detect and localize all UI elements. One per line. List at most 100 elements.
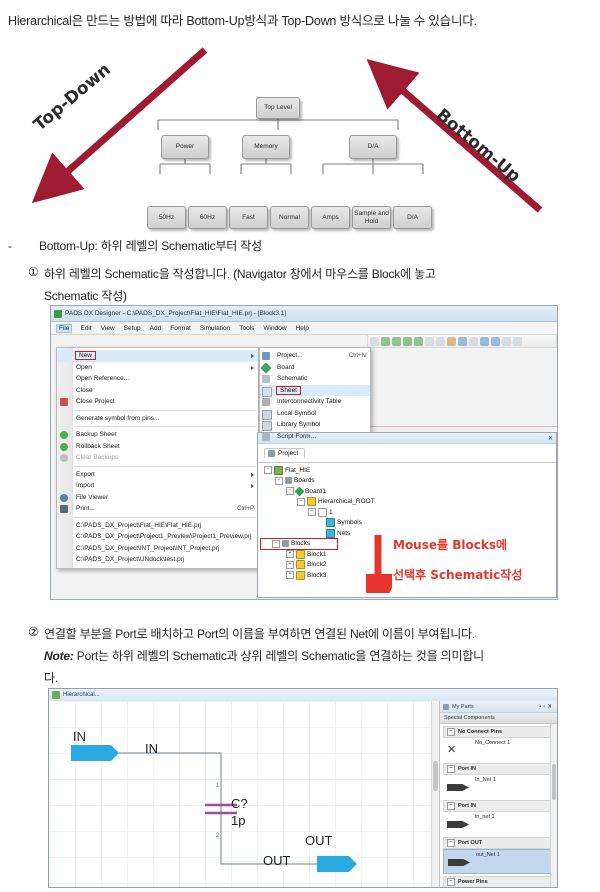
- my-parts-item[interactable]: ✕ No_Connect 1: [443, 738, 554, 761]
- expander-icon[interactable]: −: [286, 487, 294, 496]
- tree-item-board1[interactable]: − Board1: [264, 486, 556, 497]
- expander-icon[interactable]: −: [447, 878, 455, 886]
- toolbar-icon-9[interactable]: [458, 336, 467, 346]
- navigator-close-icon[interactable]: ✕: [548, 435, 553, 442]
- expander-icon[interactable]: −: [297, 497, 305, 506]
- new-submenu-item-library-symbol[interactable]: Library Symbol: [260, 419, 370, 431]
- toolbar-icon-13[interactable]: [502, 336, 511, 346]
- expander-icon[interactable]: −: [308, 508, 316, 517]
- menu-file[interactable]: File: [55, 323, 73, 333]
- navigator-panel[interactable]: ✕ Project − Flat_HIE − Boards − Board1 −…: [257, 432, 557, 598]
- expander-icon[interactable]: −: [447, 765, 455, 773]
- expander-icon[interactable]: −: [447, 802, 455, 810]
- new-submenu-item-local-symbol[interactable]: Local Symbol: [260, 408, 370, 420]
- group-header[interactable]: − Power Pins: [443, 876, 554, 887]
- file-menu-item-rollback-sheet[interactable]: Rollback Sheet: [57, 441, 258, 453]
- menu-edit[interactable]: Edit: [80, 325, 91, 332]
- menu-setup[interactable]: Setup: [124, 325, 141, 332]
- new-submenu-item-script-form[interactable]: Script Form...: [260, 431, 370, 443]
- toolbar-icon-5[interactable]: [414, 336, 423, 346]
- my-parts-group-no-connect-pins[interactable]: − No Connect Pins ✕ No_Connect 1: [443, 726, 554, 761]
- my-parts-list[interactable]: − No Connect Pins ✕ No_Connect 1 − Port …: [440, 724, 557, 887]
- file-menu-item-new[interactable]: New: [57, 350, 258, 362]
- new-submenu-dropdown[interactable]: Project... Ctrl+N Board Schematic Sheet …: [259, 347, 371, 445]
- new-submenu-item-sheet[interactable]: Sheet: [260, 384, 370, 397]
- tree-item-boards[interactable]: − Boards: [264, 476, 556, 487]
- file-menu-item-print[interactable]: Print... Ctrl+P: [57, 503, 258, 515]
- toolbar-icon-cut[interactable]: [469, 336, 478, 346]
- pads-toolbar[interactable]: [367, 334, 557, 348]
- my-parts-group-port-out[interactable]: − Port OUT out_Net 1: [443, 837, 554, 874]
- expander-icon[interactable]: +: [286, 571, 294, 580]
- menu-add[interactable]: Add: [150, 325, 162, 332]
- canvas-vertical-scrollbar[interactable]: [431, 701, 439, 887]
- expander-icon[interactable]: +: [286, 560, 294, 569]
- expander-icon[interactable]: +: [286, 550, 294, 559]
- tree-item-flat-hie[interactable]: − Flat_HIE: [264, 465, 556, 476]
- my-parts-panel[interactable]: My Parts ▪▫✕ Special Components − No Con…: [439, 701, 557, 887]
- file-menu-recent-3[interactable]: C:\PADS_DX_Project\INT_Project\INT_Proje…: [57, 543, 258, 555]
- navigator-tab-project[interactable]: Project: [264, 448, 306, 458]
- tree-item-symbols[interactable]: Symbols: [264, 518, 556, 529]
- expander-icon[interactable]: −: [272, 539, 280, 548]
- menu-format[interactable]: Format: [170, 325, 191, 332]
- group-header[interactable]: − No Connect Pins: [443, 726, 554, 738]
- schematic-canvas[interactable]: IN IN C? 1p 1 2 OUT OUT: [49, 701, 441, 887]
- my-parts-group-port-in-1[interactable]: − Port IN In_Net 1: [443, 763, 554, 798]
- file-menu-item-export[interactable]: Export: [57, 469, 258, 481]
- new-submenu-item-interconnectivity-table[interactable]: Interconnectivity Table: [260, 396, 370, 408]
- group-header[interactable]: − Port IN: [443, 800, 554, 812]
- menu-view[interactable]: View: [101, 325, 115, 332]
- toolbar-icon-8[interactable]: [447, 336, 456, 346]
- new-submenu-item-schematic[interactable]: Schematic: [260, 373, 370, 385]
- toolbar-icon-3[interactable]: [392, 336, 401, 346]
- file-menu-item-close-project[interactable]: Close Project: [57, 396, 258, 408]
- file-menu-item-file-viewer[interactable]: File Viewer: [57, 492, 258, 504]
- expander-icon[interactable]: −: [447, 839, 455, 847]
- expander-icon[interactable]: −: [275, 476, 283, 485]
- my-parts-item[interactable]: in_net 1: [443, 812, 554, 835]
- navigator-tree[interactable]: − Flat_HIE − Boards − Board1 − Hierarchi…: [258, 463, 556, 581]
- file-menu-item-import[interactable]: Import: [57, 480, 258, 492]
- expander-icon[interactable]: −: [264, 466, 272, 475]
- file-menu-item-open-reference[interactable]: Open Reference...: [57, 373, 258, 385]
- file-menu-item-open[interactable]: Open: [57, 362, 258, 374]
- my-parts-window-controls[interactable]: ▪▫✕: [539, 704, 554, 710]
- toolbar-icon-wire[interactable]: [425, 336, 434, 346]
- menu-help[interactable]: Help: [296, 325, 309, 332]
- file-menu-recent-4[interactable]: C:\PADS_DX_Project\UNdock\test.prj: [57, 554, 258, 566]
- tree-item-sheet-1[interactable]: − 1: [264, 507, 556, 518]
- toolbar-icon-12[interactable]: [491, 336, 500, 346]
- file-menu-recent-1[interactable]: C:\PADS_DX_Project\Flat_HIE\Flat_HIE.prj: [57, 520, 258, 532]
- menu-tools[interactable]: Tools: [239, 325, 254, 332]
- pads-dx-designer-window[interactable]: PADS DX Designer - C:\PADS_DX_Project\Fl…: [50, 305, 558, 600]
- new-submenu-item-project[interactable]: Project... Ctrl+N: [260, 350, 370, 362]
- my-parts-item-selected[interactable]: out_Net 1: [443, 849, 554, 874]
- menu-window[interactable]: Window: [263, 325, 286, 332]
- group-header[interactable]: − Port OUT: [443, 837, 554, 849]
- toolbar-icon-14[interactable]: [513, 336, 522, 346]
- file-menu-recent-2[interactable]: C:\PADS_DX_Project\Project1_Preview\Proj…: [57, 531, 258, 543]
- toolbar-icon-1[interactable]: [370, 336, 379, 346]
- scrollbar-thumb[interactable]: [552, 764, 556, 800]
- toolbar-icon-save[interactable]: [381, 336, 390, 346]
- toolbar-icon-11[interactable]: [480, 336, 489, 346]
- scrollbar-thumb[interactable]: [433, 761, 438, 791]
- new-submenu-item-board[interactable]: Board: [260, 361, 370, 374]
- my-parts-group-power-pins[interactable]: − Power Pins Source_VCC 1: [443, 876, 554, 887]
- toolbar-icon-4[interactable]: [403, 336, 412, 346]
- tree-item-blocks[interactable]: − Blocks: [260, 537, 338, 550]
- schematic-editor-window[interactable]: Hierarchical... IN IN C? 1p 1 2 OUT OUT: [48, 688, 558, 888]
- expander-icon[interactable]: −: [447, 728, 455, 736]
- my-parts-item[interactable]: In_Net 1: [443, 775, 554, 798]
- file-menu-item-close[interactable]: Close: [57, 385, 258, 397]
- file-menu-item-generate-symbol[interactable]: Generate symbol from pins...: [57, 413, 258, 425]
- menu-simulation[interactable]: Simulation: [200, 325, 230, 332]
- file-menu-dropdown[interactable]: New Open Open Reference... Close Close P…: [56, 347, 259, 569]
- my-parts-group-port-in-2[interactable]: − Port IN in_net 1: [443, 800, 554, 835]
- file-menu-item-backup-sheet[interactable]: Backup Sheet: [57, 429, 258, 441]
- my-parts-scrollbar[interactable]: [550, 724, 557, 887]
- toolbar-icon-text[interactable]: [436, 336, 445, 346]
- tree-item-hierarchical-root[interactable]: − Hierarchical_ROOT: [264, 497, 556, 508]
- group-header[interactable]: − Port IN: [443, 763, 554, 775]
